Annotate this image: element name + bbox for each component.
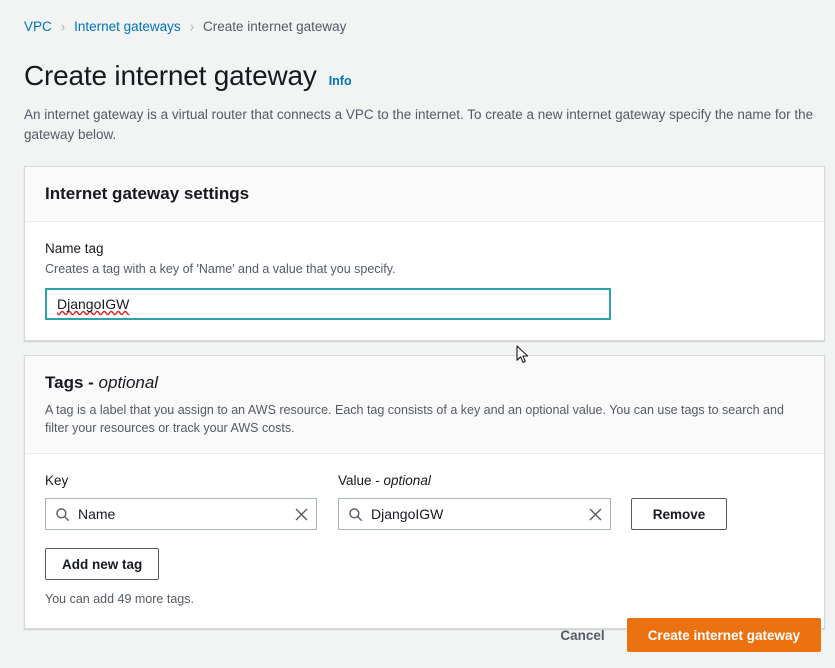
info-link[interactable]: Info [329, 74, 352, 88]
tags-panel-title-main: Tags [45, 373, 84, 392]
breadcrumb-separator-icon: › [189, 17, 195, 36]
name-tag-input-value: DjangoIGW [57, 296, 130, 312]
settings-panel-header: Internet gateway settings [25, 167, 824, 222]
breadcrumb-separator-icon: › [60, 17, 66, 36]
tag-key-column-label: Key [45, 473, 69, 488]
search-icon [348, 507, 363, 522]
breadcrumb-item-vpc[interactable]: VPC [24, 19, 52, 35]
name-tag-hint: Creates a tag with a key of 'Name' and a… [45, 262, 396, 276]
tags-panel-title-dash: - [83, 373, 99, 392]
tag-value-label-dash: - [371, 473, 384, 488]
tag-value-input[interactable]: DjangoIGW [338, 498, 611, 530]
tag-key-input-value: Name [78, 506, 116, 522]
page-description: An internet gateway is a virtual router … [24, 107, 814, 142]
add-new-tag-button[interactable]: Add new tag [45, 548, 160, 580]
tag-value-label-main: Value [338, 473, 372, 488]
settings-panel-title: Internet gateway settings [45, 184, 250, 203]
tag-key-input[interactable]: Name [45, 498, 317, 530]
tags-panel-description: A tag is a label that you assign to an A… [45, 403, 784, 435]
internet-gateway-settings-panel: Internet gateway settings Name tag Creat… [24, 166, 825, 341]
tags-panel-title-optional: optional [98, 373, 159, 392]
breadcrumb: VPC › Internet gateways › Create interne… [0, 0, 835, 35]
close-icon[interactable] [295, 508, 308, 521]
tags-panel-header: Tags - optional A tag is a label that yo… [25, 356, 824, 454]
remove-tag-button[interactable]: Remove [631, 498, 727, 530]
search-icon [55, 507, 70, 522]
tags-panel-title: Tags - optional [45, 372, 804, 394]
breadcrumb-item-create-internet-gateway: Create internet gateway [203, 19, 347, 34]
tags-remaining-note: You can add 49 more tags. [45, 592, 194, 606]
name-tag-input[interactable]: DjangoIGW [45, 288, 611, 320]
name-tag-label: Name tag [45, 241, 104, 256]
form-actions: Cancel Create internet gateway [0, 618, 835, 652]
tag-value-input-value: DjangoIGW [371, 506, 444, 522]
tags-column-headers: Key Value - optional [45, 472, 804, 490]
table-row: Name DjangoIGW Remove [45, 498, 804, 530]
create-internet-gateway-button[interactable]: Create internet gateway [626, 618, 821, 652]
tags-panel: Tags - optional A tag is a label that yo… [24, 355, 825, 629]
breadcrumb-item-internet-gateways[interactable]: Internet gateways [74, 19, 181, 35]
tag-value-column-label: Value - optional [338, 472, 611, 490]
settings-panel-body: Name tag Creates a tag with a key of 'Na… [25, 222, 824, 340]
tag-value-label-optional: optional [383, 473, 431, 488]
tags-panel-body: Key Value - optional Name DjangoIGW Remo… [25, 454, 824, 628]
close-icon[interactable] [589, 508, 602, 521]
page-title: Create internet gateway [24, 60, 317, 91]
cancel-button[interactable]: Cancel [546, 618, 618, 652]
page-header: Create internet gateway Info [0, 35, 835, 93]
